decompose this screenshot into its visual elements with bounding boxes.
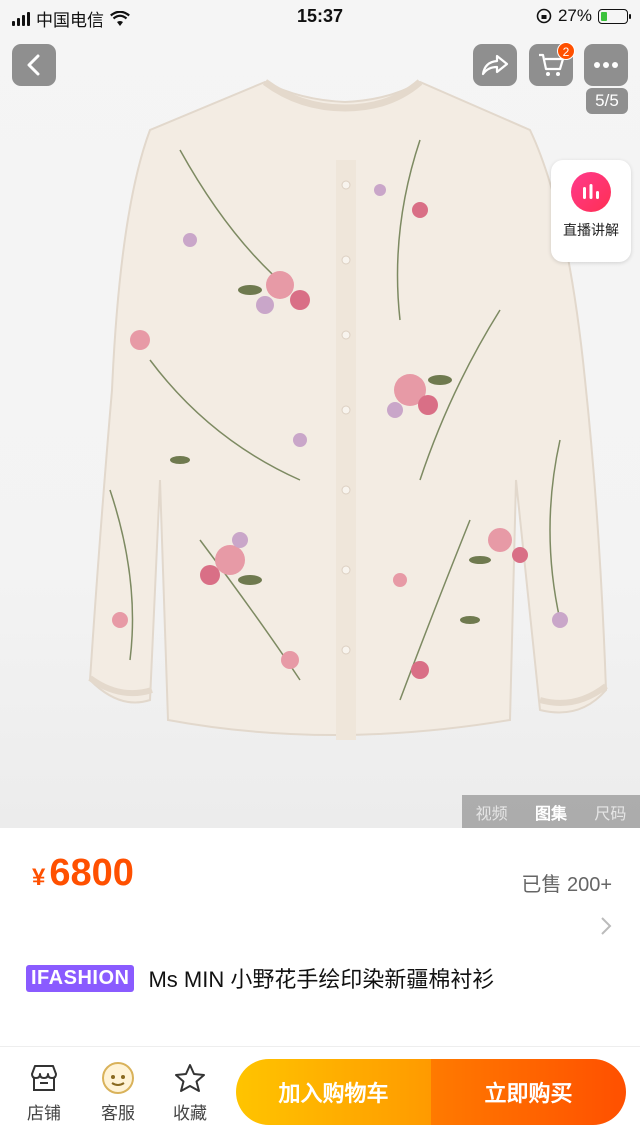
add-to-cart-button[interactable]: 加入购物车 <box>236 1059 431 1125</box>
favorite-button[interactable]: 收藏 <box>160 1061 220 1124</box>
shop-label: 店铺 <box>27 1104 61 1123</box>
more-button[interactable] <box>584 44 628 86</box>
customer-service-icon <box>102 1062 134 1094</box>
star-icon <box>175 1064 205 1092</box>
product-title: Ms MIN 小野花手绘印染新疆棉衬衫 <box>148 967 495 992</box>
tab-gallery[interactable]: 图集 <box>535 800 567 824</box>
store-icon <box>31 1065 57 1091</box>
battery-icon <box>598 8 631 24</box>
live-stream-icon <box>571 172 611 212</box>
battery-percent: 27% <box>557 6 592 25</box>
tab-size[interactable]: 尺码 <box>594 800 626 824</box>
currency-symbol: ¥ <box>32 864 46 891</box>
back-button[interactable] <box>12 44 56 86</box>
price: ¥ 6800 <box>32 852 134 895</box>
status-bar: 中国电信 15:37 27% <box>0 0 640 34</box>
cart-button[interactable]: 2 <box>529 42 575 86</box>
more-dots-icon <box>594 62 618 68</box>
customer-service-label: 客服 <box>101 1104 135 1123</box>
share-button[interactable] <box>473 44 517 86</box>
live-explain-button[interactable]: 直播讲解 <box>551 160 631 262</box>
orientation-lock-icon <box>536 8 552 24</box>
share-icon <box>481 54 509 76</box>
purchase-buttons: 加入购物车 立即购买 <box>236 1059 626 1125</box>
product-image-floral-shirt <box>88 79 608 740</box>
product-image-gallery[interactable]: 中国电信 15:37 27% 2 5/5 直播讲解 视频 图集 尺码 <box>0 0 640 828</box>
bottom-action-bar: 店铺 客服 收藏 加入购物车 立即购买 <box>0 1046 640 1138</box>
cart-count-badge: 2 <box>557 42 575 60</box>
details-chevron[interactable] <box>600 916 612 941</box>
battery-fill <box>601 11 608 21</box>
media-tabs: 视频 图集 尺码 <box>462 795 640 828</box>
buy-now-button[interactable]: 立即购买 <box>431 1059 626 1125</box>
tab-video[interactable]: 视频 <box>476 800 508 824</box>
customer-service-button[interactable]: 客服 <box>88 1061 148 1124</box>
shop-button[interactable]: 店铺 <box>14 1061 74 1124</box>
live-explain-label: 直播讲解 <box>563 222 619 238</box>
sold-count: 已售 200+ <box>521 874 612 896</box>
chevron-right-icon <box>601 917 612 935</box>
favorite-label: 收藏 <box>173 1104 207 1123</box>
chevron-left-icon <box>27 54 40 76</box>
ifashion-badge: IFASHION <box>26 964 135 992</box>
image-page-indicator: 5/5 <box>586 88 628 114</box>
product-title-row: IFASHION Ms MIN 小野花手绘印染新疆棉衬衫 <box>26 962 494 994</box>
price-value: 6800 <box>49 852 134 894</box>
